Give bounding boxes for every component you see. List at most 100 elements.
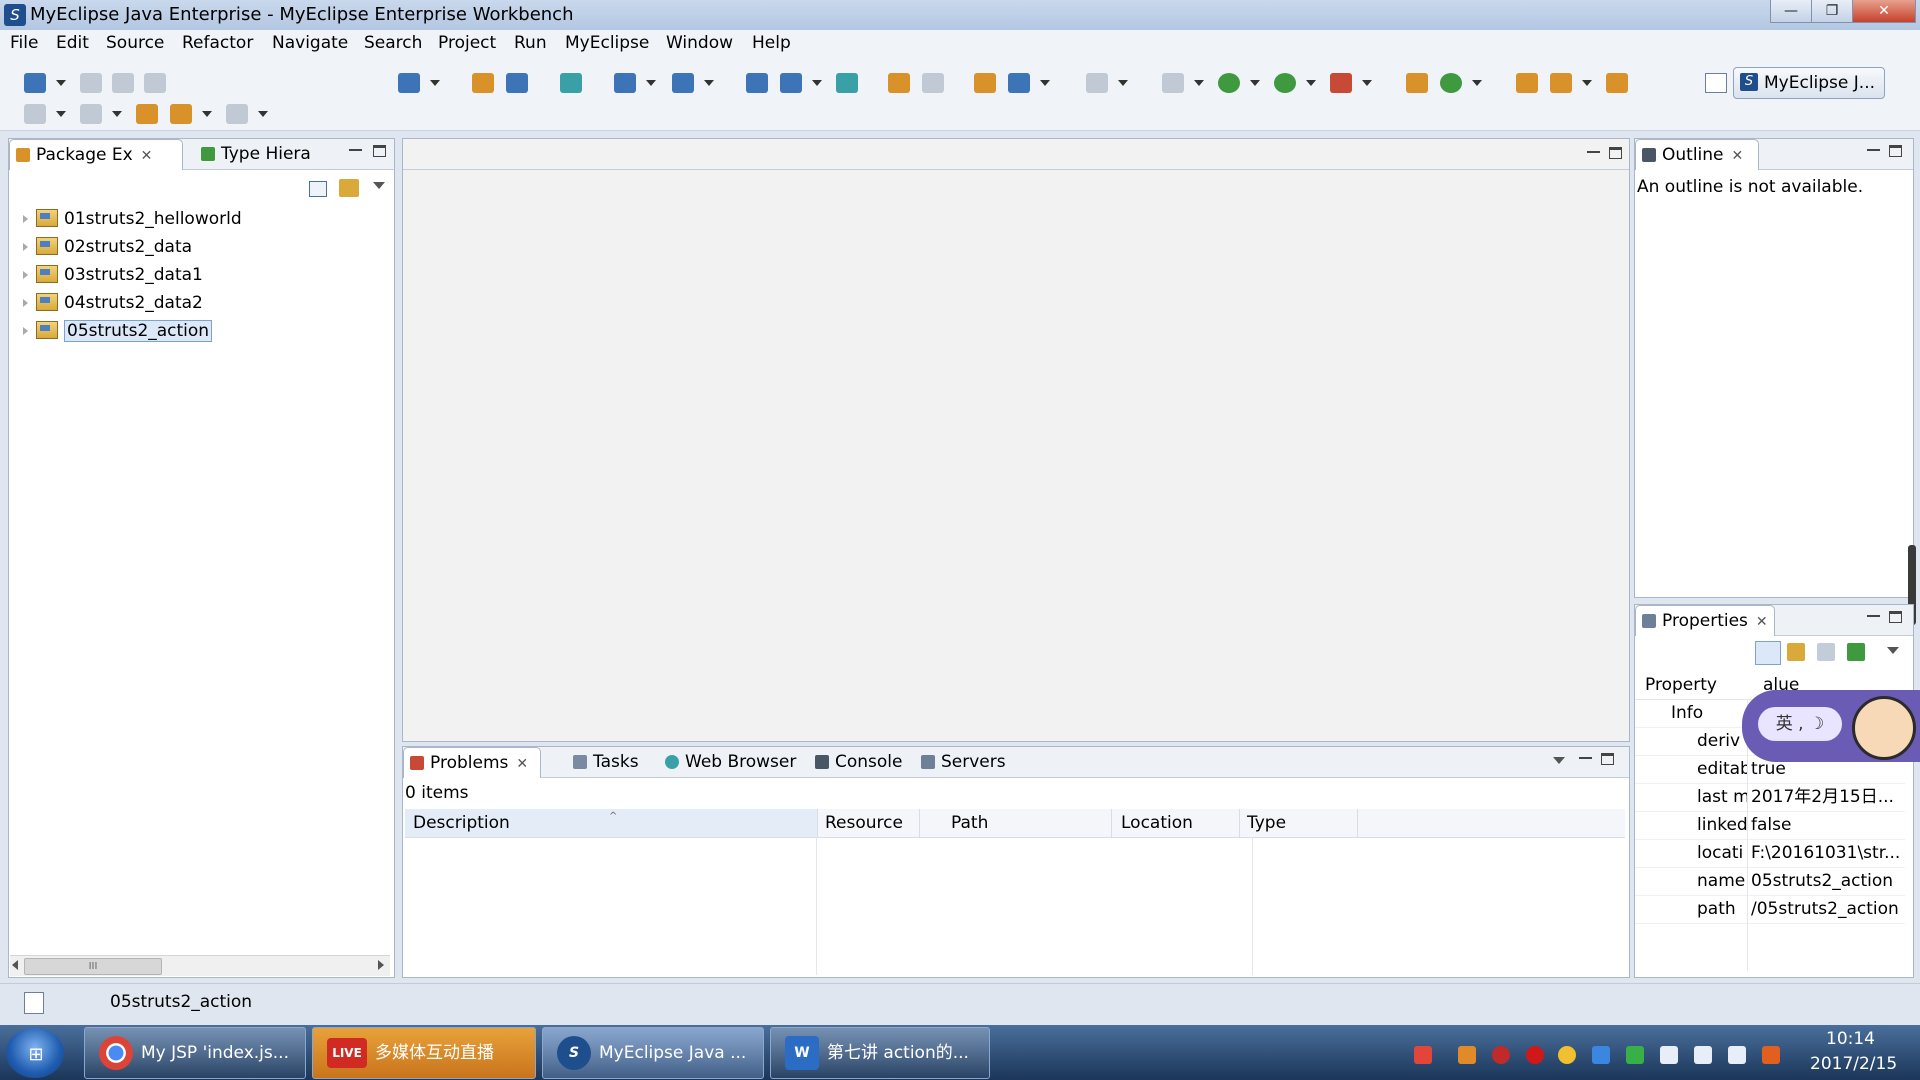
menu-source[interactable]: Source	[106, 33, 164, 53]
collapse-all-icon[interactable]	[309, 181, 327, 197]
menu-run[interactable]: Run	[514, 33, 547, 53]
run-dropdown-icon[interactable]	[1250, 80, 1260, 86]
menu-navigate[interactable]: Navigate	[272, 33, 348, 53]
minimize-editor-icon[interactable]	[1587, 147, 1600, 153]
minimize-view-icon[interactable]	[1579, 753, 1592, 759]
forward-icon[interactable]	[226, 104, 248, 124]
menu-window[interactable]: Window	[666, 33, 733, 53]
open-perspective-icon[interactable]	[1705, 73, 1727, 93]
show-categories-icon[interactable]	[1755, 641, 1781, 665]
save-icon[interactable]	[80, 73, 102, 93]
deployments-dropdown-icon[interactable]	[812, 80, 822, 86]
tray-record-icon[interactable]	[1526, 1046, 1544, 1064]
new-package-dropdown-icon[interactable]	[1472, 80, 1482, 86]
last-edit-location-icon[interactable]	[136, 104, 158, 124]
open-type-icon[interactable]	[1516, 73, 1538, 93]
clock-time[interactable]: 10:14	[1826, 1029, 1875, 1049]
property-row[interactable]: name 05struts2_action	[1635, 867, 1905, 896]
volume-icon[interactable]	[1728, 1046, 1746, 1064]
forward-dropdown-icon[interactable]	[258, 111, 268, 117]
camera-icon[interactable]	[1086, 73, 1108, 93]
column-resource[interactable]: Resource	[817, 809, 920, 837]
taskbar-item-myeclipse[interactable]: S MyEclipse Java ...	[542, 1027, 764, 1079]
print-icon[interactable]	[144, 73, 166, 93]
ime-language-toggle[interactable]: 英 , ☽	[1758, 707, 1842, 741]
tab-package-explorer[interactable]: Package Ex ✕	[9, 139, 183, 170]
tree-item-project[interactable]: 04struts2_data2	[23, 291, 203, 315]
server-icon[interactable]	[506, 73, 528, 93]
expand-arrow-icon[interactable]	[23, 299, 28, 307]
tab-problems[interactable]: Problems ✕	[403, 747, 541, 778]
scroll-thumb[interactable]: III	[24, 958, 162, 975]
maximize-view-icon[interactable]	[1889, 611, 1902, 623]
maximize-editor-icon[interactable]	[1609, 147, 1622, 159]
new-class-icon[interactable]	[1406, 73, 1428, 93]
sogou-ime-icon[interactable]	[1414, 1046, 1432, 1064]
save-all-icon[interactable]	[112, 73, 134, 93]
property-row[interactable]: linked false	[1635, 811, 1905, 840]
property-row[interactable]: last m 2017年2月15日...	[1635, 783, 1905, 812]
jsp-wizard-icon[interactable]	[614, 73, 636, 93]
jsp-dropdown-icon[interactable]	[646, 80, 656, 86]
column-type[interactable]: Type	[1239, 809, 1358, 837]
package-explorer-hscrollbar[interactable]: III	[10, 955, 390, 976]
run-icon[interactable]	[1218, 73, 1240, 93]
view-menu-icon[interactable]	[373, 182, 385, 189]
ime-toolbar[interactable]: 英 , ☽	[1742, 690, 1920, 762]
next-annotation-icon[interactable]	[24, 104, 46, 124]
back-dropdown-icon[interactable]	[202, 111, 212, 117]
open-browser-icon[interactable]	[560, 73, 582, 93]
expand-arrow-icon[interactable]	[23, 327, 28, 335]
refresh-icon[interactable]	[922, 73, 944, 93]
start-button[interactable]: ⊞	[6, 1028, 64, 1078]
scroll-right-icon[interactable]	[378, 960, 384, 970]
external-tools-dropdown-icon[interactable]	[1362, 80, 1372, 86]
tab-servers[interactable]: Servers	[915, 747, 1015, 777]
perspective-button[interactable]: S MyEclipse J...	[1733, 67, 1885, 99]
column-location[interactable]: Location	[1113, 809, 1240, 837]
open-task-icon[interactable]	[1550, 73, 1572, 93]
search-web-dropdown-icon[interactable]	[704, 80, 714, 86]
maximize-view-icon[interactable]	[1601, 753, 1614, 765]
run-coverage-icon[interactable]	[1274, 73, 1296, 93]
tab-properties[interactable]: Properties ✕	[1635, 605, 1775, 636]
column-path[interactable]: Path	[943, 809, 1112, 837]
filter-icon[interactable]	[1817, 643, 1835, 661]
expand-arrow-icon[interactable]	[23, 243, 28, 251]
column-property[interactable]: Property	[1645, 675, 1717, 695]
close-icon[interactable]: ✕	[141, 141, 153, 171]
expand-arrow-icon[interactable]	[23, 271, 28, 279]
next-annotation-dropdown-icon[interactable]	[56, 111, 66, 117]
tab-outline[interactable]: Outline ✕	[1635, 139, 1759, 170]
view-menu-icon[interactable]	[1553, 757, 1565, 764]
previous-annotation-dropdown-icon[interactable]	[112, 111, 122, 117]
tray-monitor-icon[interactable]	[1694, 1046, 1712, 1064]
new-icon[interactable]	[24, 73, 46, 93]
camera-dropdown-icon[interactable]	[1118, 80, 1128, 86]
pin-icon[interactable]	[1847, 643, 1865, 661]
property-row[interactable]: path/05struts2_action	[1635, 895, 1905, 924]
menu-myeclipse[interactable]: MyEclipse	[565, 33, 649, 53]
tab-tasks[interactable]: Tasks	[567, 747, 651, 777]
clock-date[interactable]: 2017/2/15	[1810, 1054, 1897, 1074]
maximize-view-icon[interactable]	[1889, 145, 1902, 157]
tab-web-browser[interactable]: Web Browser	[659, 747, 801, 777]
menu-file[interactable]: File	[10, 33, 38, 53]
open-task-dropdown-icon[interactable]	[1582, 80, 1592, 86]
tree-item-project[interactable]: 02struts2_data	[23, 235, 192, 259]
minimize-view-icon[interactable]	[1867, 611, 1880, 617]
title-bar[interactable]: S MyEclipse Java Enterprise - MyEclipse …	[0, 0, 1920, 31]
new-package-icon[interactable]	[1440, 73, 1462, 93]
close-window-button[interactable]: ✕	[1852, 0, 1916, 23]
menu-search[interactable]: Search	[364, 33, 422, 53]
close-icon[interactable]: ✕	[516, 749, 528, 779]
tab-console[interactable]: Console	[809, 747, 909, 777]
tray-app-icon[interactable]	[1458, 1046, 1476, 1064]
scroll-left-icon[interactable]	[12, 960, 18, 970]
tray-monkey-icon[interactable]	[1762, 1046, 1780, 1064]
tree-item-project[interactable]: 03struts2_data1	[23, 263, 203, 287]
open-folder-icon[interactable]	[888, 73, 910, 93]
taskbar-item-word[interactable]: W 第七讲 action的...	[770, 1027, 990, 1079]
web-project-dropdown-icon[interactable]	[430, 80, 440, 86]
manage-deployments-icon[interactable]	[780, 73, 802, 93]
